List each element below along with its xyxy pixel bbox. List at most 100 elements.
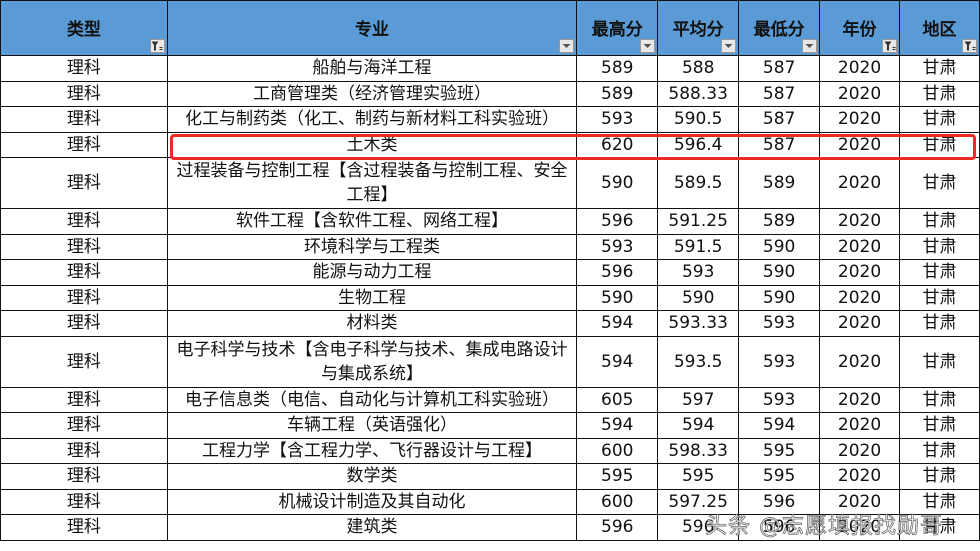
min-score-cell[interactable]: 593 bbox=[738, 386, 821, 413]
min-score-cell[interactable]: 593 bbox=[738, 335, 821, 388]
major-cell[interactable]: 材料类 bbox=[166, 310, 578, 337]
major-cell[interactable]: 车辆工程（英语强化） bbox=[166, 412, 578, 439]
type-cell[interactable]: 理科 bbox=[0, 157, 168, 209]
min-score-cell[interactable]: 595 bbox=[738, 437, 821, 464]
year-cell[interactable]: 2020 bbox=[819, 157, 901, 209]
type-cell[interactable]: 理科 bbox=[0, 514, 168, 541]
type-cell[interactable]: 理科 bbox=[0, 488, 168, 515]
type-cell[interactable]: 理科 bbox=[0, 437, 168, 464]
major-cell[interactable]: 工程力学【含工程力学、飞行器设计与工程】 bbox=[166, 437, 578, 464]
region-cell[interactable]: 甘肃 bbox=[899, 488, 980, 515]
region-cell[interactable]: 甘肃 bbox=[899, 335, 980, 388]
major-cell[interactable]: 生物工程 bbox=[166, 284, 578, 311]
region-cell[interactable]: 甘肃 bbox=[899, 157, 980, 209]
region-cell[interactable]: 甘肃 bbox=[899, 412, 980, 439]
min-score-cell[interactable]: 590 bbox=[738, 259, 821, 286]
year-cell[interactable]: 2020 bbox=[819, 463, 901, 490]
year-cell[interactable]: 2020 bbox=[819, 386, 901, 413]
year-cell[interactable]: 2020 bbox=[819, 437, 901, 464]
region-cell[interactable]: 甘肃 bbox=[899, 437, 980, 464]
max-score-cell[interactable]: 594 bbox=[576, 310, 659, 337]
avg-score-cell[interactable]: 593.5 bbox=[657, 335, 740, 388]
avg-score-cell[interactable]: 591.5 bbox=[657, 233, 740, 260]
major-cell[interactable]: 机械设计制造及其自动化 bbox=[166, 488, 578, 515]
max-score-cell[interactable]: 600 bbox=[576, 488, 659, 515]
year-cell[interactable]: 2020 bbox=[819, 80, 901, 107]
min-score-cell[interactable]: 596 bbox=[738, 514, 821, 541]
region-cell[interactable]: 甘肃 bbox=[899, 514, 980, 541]
major-cell[interactable]: 建筑类 bbox=[166, 514, 578, 541]
major-cell[interactable]: 工商管理类（经济管理实验班） bbox=[166, 80, 578, 107]
min-score-cell[interactable]: 587 bbox=[738, 80, 821, 107]
year-cell[interactable]: 2020 bbox=[819, 514, 901, 541]
avg-score-cell[interactable]: 588 bbox=[657, 55, 740, 82]
region-cell[interactable]: 甘肃 bbox=[899, 106, 980, 133]
type-cell[interactable]: 理科 bbox=[0, 463, 168, 490]
type-cell[interactable]: 理科 bbox=[0, 233, 168, 260]
filter-active-icon[interactable] bbox=[149, 39, 165, 53]
major-cell[interactable]: 电子科学与技术【含电子科学与技术、集成电路设计与集成系统】 bbox=[166, 335, 578, 388]
major-cell[interactable]: 环境科学与工程类 bbox=[166, 233, 578, 260]
filter-active-icon[interactable] bbox=[962, 39, 977, 53]
type-cell[interactable]: 理科 bbox=[0, 310, 168, 337]
max-score-cell[interactable]: 596 bbox=[576, 514, 659, 541]
region-cell[interactable]: 甘肃 bbox=[899, 233, 980, 260]
min-score-cell[interactable]: 590 bbox=[738, 233, 821, 260]
dropdown-arrow-icon[interactable] bbox=[640, 39, 656, 53]
min-score-cell[interactable]: 593 bbox=[738, 310, 821, 337]
region-cell[interactable]: 甘肃 bbox=[899, 131, 980, 158]
region-cell[interactable]: 甘肃 bbox=[899, 55, 980, 82]
avg-score-cell[interactable]: 590.5 bbox=[657, 106, 740, 133]
avg-score-cell[interactable]: 590 bbox=[657, 284, 740, 311]
region-cell[interactable]: 甘肃 bbox=[899, 386, 980, 413]
avg-score-cell[interactable]: 593.33 bbox=[657, 310, 740, 337]
avg-score-cell[interactable]: 596 bbox=[657, 514, 740, 541]
year-cell[interactable]: 2020 bbox=[819, 284, 901, 311]
min-score-cell[interactable]: 595 bbox=[738, 463, 821, 490]
max-score-cell[interactable]: 600 bbox=[576, 437, 659, 464]
max-score-cell[interactable]: 593 bbox=[576, 106, 659, 133]
type-cell[interactable]: 理科 bbox=[0, 106, 168, 133]
min-score-cell[interactable]: 587 bbox=[738, 106, 821, 133]
dropdown-arrow-icon[interactable] bbox=[559, 39, 575, 53]
min-score-cell[interactable]: 590 bbox=[738, 284, 821, 311]
year-cell[interactable]: 2020 bbox=[819, 335, 901, 388]
region-cell[interactable]: 甘肃 bbox=[899, 80, 980, 107]
region-cell[interactable]: 甘肃 bbox=[899, 463, 980, 490]
region-cell[interactable]: 甘肃 bbox=[899, 310, 980, 337]
region-cell[interactable]: 甘肃 bbox=[899, 208, 980, 235]
min-score-cell[interactable]: 589 bbox=[738, 208, 821, 235]
major-cell[interactable]: 船舶与海洋工程 bbox=[166, 55, 578, 82]
avg-score-cell[interactable]: 597 bbox=[657, 386, 740, 413]
type-cell[interactable]: 理科 bbox=[0, 208, 168, 235]
max-score-cell[interactable]: 596 bbox=[576, 208, 659, 235]
max-score-cell[interactable]: 589 bbox=[576, 55, 659, 82]
type-cell[interactable]: 理科 bbox=[0, 386, 168, 413]
major-cell[interactable]: 软件工程【含软件工程、网络工程】 bbox=[166, 208, 578, 235]
year-cell[interactable]: 2020 bbox=[819, 208, 901, 235]
type-cell[interactable]: 理科 bbox=[0, 131, 168, 158]
max-score-cell[interactable]: 593 bbox=[576, 233, 659, 260]
max-score-cell[interactable]: 594 bbox=[576, 412, 659, 439]
region-cell[interactable]: 甘肃 bbox=[899, 259, 980, 286]
max-score-cell[interactable]: 590 bbox=[576, 157, 659, 209]
type-cell[interactable]: 理科 bbox=[0, 412, 168, 439]
year-cell[interactable]: 2020 bbox=[819, 412, 901, 439]
region-cell[interactable]: 甘肃 bbox=[899, 284, 980, 311]
max-score-cell[interactable]: 596 bbox=[576, 259, 659, 286]
max-score-cell[interactable]: 589 bbox=[576, 80, 659, 107]
avg-score-cell[interactable]: 588.33 bbox=[657, 80, 740, 107]
avg-score-cell[interactable]: 596.4 bbox=[657, 131, 740, 158]
type-cell[interactable]: 理科 bbox=[0, 55, 168, 82]
major-cell[interactable]: 电子信息类（电信、自动化与计算机工科实验班） bbox=[166, 386, 578, 413]
avg-score-cell[interactable]: 598.33 bbox=[657, 437, 740, 464]
filter-active-icon[interactable] bbox=[882, 39, 898, 53]
major-cell[interactable]: 化工与制药类（化工、制药与新材料工科实验班） bbox=[166, 106, 578, 133]
dropdown-arrow-icon[interactable] bbox=[721, 39, 737, 53]
major-cell[interactable]: 数学类 bbox=[166, 463, 578, 490]
avg-score-cell[interactable]: 589.5 bbox=[657, 157, 740, 209]
avg-score-cell[interactable]: 591.25 bbox=[657, 208, 740, 235]
year-cell[interactable]: 2020 bbox=[819, 106, 901, 133]
min-score-cell[interactable]: 594 bbox=[738, 412, 821, 439]
year-cell[interactable]: 2020 bbox=[819, 259, 901, 286]
